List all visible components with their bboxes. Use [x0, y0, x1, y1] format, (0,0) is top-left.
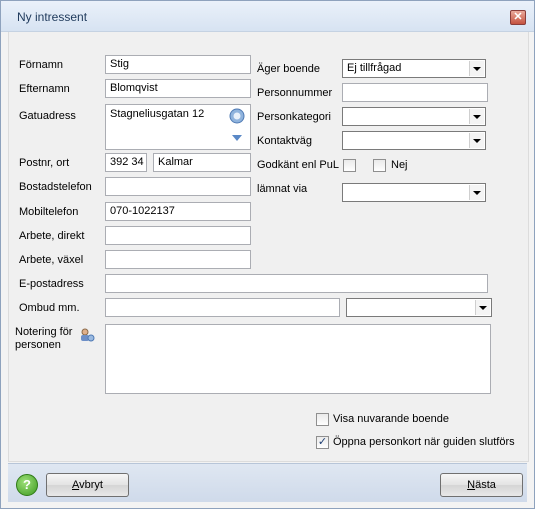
ort-field[interactable]: Kalmar	[153, 153, 251, 172]
form-panel: Förnamn Stig Efternamn Blomqvist Gatuadr…	[8, 32, 529, 462]
arbete-vaxel-field[interactable]	[105, 250, 251, 269]
ager-boende-label: Äger boende	[257, 63, 320, 75]
chevron-down-icon[interactable]	[469, 109, 484, 124]
chevron-down-icon[interactable]	[475, 300, 490, 315]
arbete-direkt-field[interactable]	[105, 226, 251, 245]
postnr-field[interactable]: 392 34	[105, 153, 147, 172]
next-label: ästa	[475, 479, 496, 491]
ombud-label: Ombud mm.	[19, 302, 80, 314]
close-button[interactable]: ✕	[510, 10, 526, 25]
mobiltelefon-label: Mobiltelefon	[19, 206, 79, 218]
nej-label: Nej	[391, 159, 408, 171]
arbete-direkt-label: Arbete, direkt	[19, 230, 85, 242]
lamnat-via-label: lämnat via	[257, 183, 308, 195]
window-title: Ny intressent	[17, 10, 88, 24]
kontaktvag-select[interactable]	[342, 131, 486, 150]
next-mnemonic: N	[467, 479, 476, 491]
cancel-label: vbryt	[79, 479, 103, 491]
notering-label-line1: Notering för	[15, 326, 73, 338]
button-bar: ? Avbryt Nästa	[8, 463, 527, 502]
chevron-down-icon[interactable]	[469, 185, 484, 200]
personnummer-field[interactable]	[342, 83, 488, 102]
chevron-down-icon[interactable]	[469, 133, 484, 148]
cancel-button[interactable]: Avbryt	[46, 473, 129, 497]
personkategori-label: Personkategori	[257, 111, 331, 123]
visa-nuvarande-label: Visa nuvarande boende	[333, 413, 450, 425]
person-note-icon[interactable]	[79, 327, 95, 343]
oppna-personkort-label: Öppna personkort när guiden slutförs	[333, 436, 515, 448]
ombud-field[interactable]	[105, 298, 340, 317]
chevron-down-icon[interactable]	[469, 61, 484, 76]
help-icon[interactable]: ?	[16, 474, 38, 496]
notering-label-line2: personen	[15, 339, 61, 351]
godkant-checkbox[interactable]	[343, 159, 356, 172]
godkant-label: Godkänt enl PuL	[257, 159, 339, 171]
kontaktvag-label: Kontaktväg	[257, 135, 313, 147]
oppna-personkort-checkbox[interactable]: ✓	[316, 436, 329, 449]
dialog-window: Ny intressent ✕ Förnamn Stig Efternamn B…	[0, 0, 535, 509]
epost-label: E-postadress	[19, 278, 84, 290]
arbete-vaxel-label: Arbete, växel	[19, 254, 84, 266]
next-button[interactable]: Nästa	[440, 473, 523, 497]
postnr-label: Postnr, ort	[19, 157, 70, 169]
title-bar: Ny intressent ✕	[1, 1, 534, 32]
personkategori-select[interactable]	[342, 107, 486, 126]
notering-field[interactable]	[105, 324, 491, 394]
ombud-select[interactable]	[346, 298, 492, 317]
efternamn-label: Efternamn	[19, 83, 70, 95]
personnummer-label: Personnummer	[257, 87, 333, 99]
chevron-down-icon[interactable]	[231, 134, 243, 142]
visa-nuvarande-checkbox[interactable]	[316, 413, 329, 426]
lamnat-via-select[interactable]	[342, 183, 486, 202]
efternamn-field[interactable]: Blomqvist	[105, 79, 251, 98]
bostadstelefon-label: Bostadstelefon	[19, 181, 92, 193]
gatuadress-label: Gatuadress	[19, 110, 76, 122]
nej-checkbox[interactable]	[373, 159, 386, 172]
mobiltelefon-field[interactable]: 070-1022137	[105, 202, 251, 221]
ager-boende-value: Ej tillfrågad	[347, 62, 402, 74]
globe-icon[interactable]	[229, 108, 245, 124]
ager-boende-select[interactable]: Ej tillfrågad	[342, 59, 486, 78]
fornamn-field[interactable]: Stig	[105, 55, 251, 74]
bostadstelefon-field[interactable]	[105, 177, 251, 196]
epost-field[interactable]	[105, 274, 488, 293]
fornamn-label: Förnamn	[19, 59, 64, 71]
